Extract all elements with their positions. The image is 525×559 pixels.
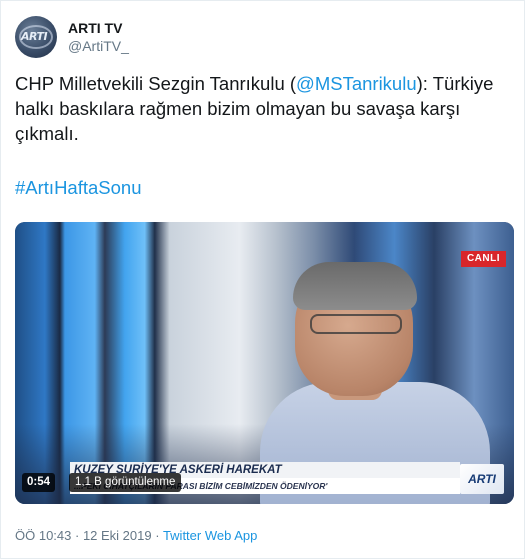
video-view-count: 1,1 B görüntülenme [69, 473, 182, 492]
speaker-hair [293, 262, 417, 310]
tweet-header: ARTI ARTI TV @ArtiTV_ [15, 14, 129, 60]
tweet-text-part-1: CHP Milletvekili Sezgin Tanrıkulu ( [15, 73, 297, 94]
meta-separator: · [71, 528, 83, 543]
avatar[interactable]: ARTI [15, 16, 57, 58]
tweet-time[interactable]: ÖÖ 10:43 [15, 528, 71, 543]
mention-link[interactable]: @MSTanrikulu [296, 73, 417, 94]
account-name[interactable]: ARTI TV [68, 19, 129, 37]
speaker-glasses [310, 314, 402, 334]
video-player[interactable]: CANLI KUZEY SURİYE'YE ASKERİ HAREKAT ...… [15, 222, 514, 504]
meta-separator-2: · [151, 528, 163, 543]
channel-logo: ARTI [460, 464, 504, 494]
tweet-source-link[interactable]: Twitter Web App [163, 528, 257, 543]
tweet-text: CHP Milletvekili Sezgin Tanrıkulu (@MSTa… [15, 71, 513, 146]
video-duration: 0:54 [22, 473, 56, 492]
tweet-card: ARTI ARTI TV @ArtiTV_ CHP Milletvekili S… [0, 0, 525, 559]
account-handle[interactable]: @ArtiTV_ [68, 37, 129, 55]
live-badge: CANLI [460, 251, 506, 267]
account-names: ARTI TV @ArtiTV_ [68, 19, 129, 55]
avatar-logo-text: ARTI [21, 30, 48, 43]
hashtag-link[interactable]: #ArtıHaftaSonu [15, 175, 142, 200]
tweet-date[interactable]: 12 Eki 2019 [83, 528, 152, 543]
tweet-meta: ÖÖ 10:43 · 12 Eki 2019 · Twitter Web App [15, 527, 257, 545]
